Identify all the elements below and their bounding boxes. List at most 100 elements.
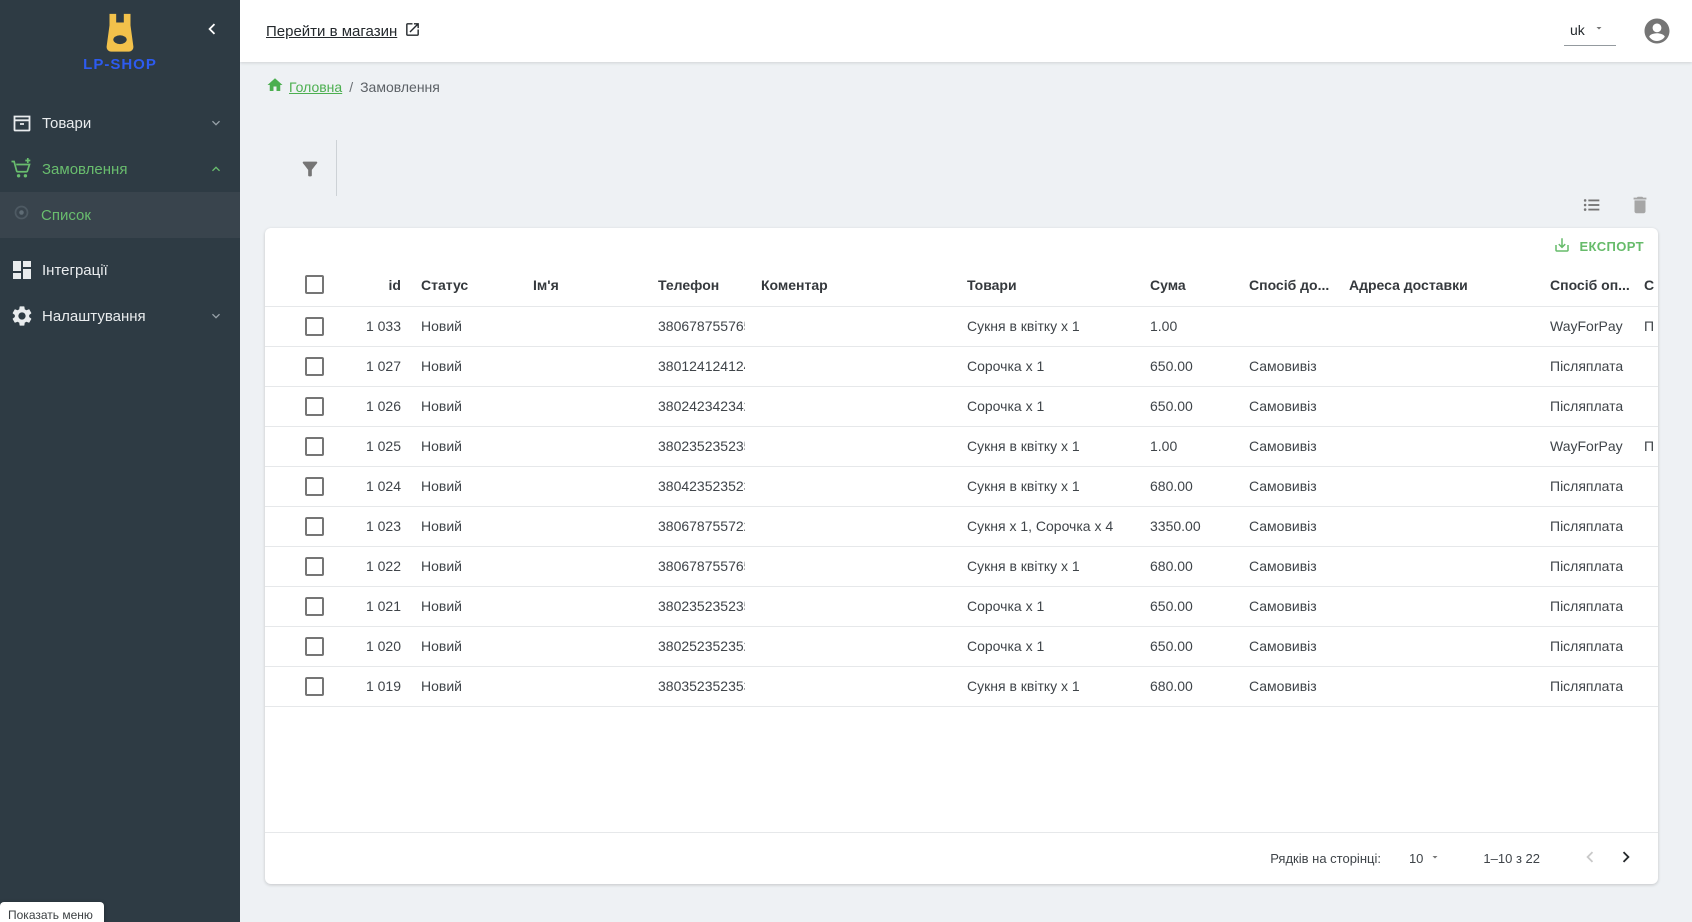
- row-checkbox[interactable]: [305, 437, 324, 456]
- cell-id: 1 027: [341, 346, 405, 386]
- column-header-comment[interactable]: Коментар: [745, 264, 951, 306]
- column-header-payment[interactable]: Спосіб оп...: [1534, 264, 1644, 306]
- sidebar-item-label: Налаштування: [42, 308, 146, 325]
- cell-address: [1333, 426, 1534, 466]
- breadcrumb-home-link[interactable]: Головна: [266, 76, 342, 97]
- language-select[interactable]: uk: [1564, 17, 1616, 46]
- cell-delivery: Самовивіз: [1233, 386, 1333, 426]
- topbar: Перейти в магазин uk: [240, 0, 1692, 62]
- cell-comment: [745, 546, 951, 586]
- cell-products: Сукня в квітку x 1: [951, 306, 1134, 346]
- chevron-left-icon: [1579, 856, 1601, 871]
- column-header-name[interactable]: Ім'я: [517, 264, 642, 306]
- column-header-id[interactable]: id: [341, 264, 405, 306]
- cell-address: [1333, 626, 1534, 666]
- cell-payment: Післяплата: [1534, 466, 1644, 506]
- cell-comment: [745, 386, 951, 426]
- table-row[interactable]: 1 024Новий380423523523Сукня в квітку x 1…: [265, 466, 1658, 506]
- column-header-sum[interactable]: Сума: [1134, 264, 1233, 306]
- table-row[interactable]: 1 020Новий380252352352Сорочка x 1650.00С…: [265, 626, 1658, 666]
- cell-products: Сорочка x 1: [951, 586, 1134, 626]
- cell-address: [1333, 546, 1534, 586]
- export-button[interactable]: ЕКСПОРТ: [1553, 236, 1644, 257]
- table-row[interactable]: 1 019Новий380352352353Сукня в квітку x 1…: [265, 666, 1658, 706]
- filter-button[interactable]: [298, 158, 322, 182]
- cell-sum: 650.00: [1134, 386, 1233, 426]
- chevron-down-icon: [208, 115, 224, 131]
- column-header-status[interactable]: Статус: [405, 264, 517, 306]
- table-row[interactable]: 1 023Новий380678755722Сукня x 1, Сорочка…: [265, 506, 1658, 546]
- sidebar-item-settings[interactable]: Налаштування: [0, 293, 240, 339]
- cell-delivery: Самовивіз: [1233, 506, 1333, 546]
- column-header-phone[interactable]: Телефон: [642, 264, 745, 306]
- rows-per-page-select[interactable]: 10: [1409, 851, 1441, 866]
- row-checkbox[interactable]: [305, 637, 324, 656]
- cell-status: Новий: [405, 666, 517, 706]
- cell-extra: [1644, 586, 1658, 626]
- delete-button[interactable]: [1628, 194, 1652, 218]
- table-row[interactable]: 1 033Новий380678755765Сукня в квітку x 1…: [265, 306, 1658, 346]
- go-to-store-link[interactable]: Перейти в магазин: [266, 21, 421, 42]
- table-body: 1 033Новий380678755765Сукня в квітку x 1…: [265, 306, 1658, 706]
- row-checkbox-cell: [265, 506, 341, 546]
- caret-down-icon: [1593, 21, 1605, 39]
- select-all-checkbox[interactable]: [305, 275, 324, 294]
- breadcrumb-home-label: Головна: [289, 79, 342, 95]
- logo-text: LP-SHOP: [0, 56, 240, 73]
- cell-address: [1333, 346, 1534, 386]
- table-row[interactable]: 1 021Новий380235235235Сорочка x 1650.00С…: [265, 586, 1658, 626]
- orders-list-card: ЕКСПОРТ idСтатусІм'яТелефонКоментарТовар…: [265, 228, 1658, 884]
- export-label: ЕКСПОРТ: [1579, 239, 1644, 254]
- row-checkbox[interactable]: [305, 397, 324, 416]
- cell-status: Новий: [405, 546, 517, 586]
- rows-per-page-label: Рядків на сторінці:: [1270, 851, 1381, 866]
- column-header-extra[interactable]: С: [1644, 264, 1658, 306]
- cell-delivery: Самовивіз: [1233, 346, 1333, 386]
- column-header-delivery[interactable]: Спосіб до...: [1233, 264, 1333, 306]
- column-header-address[interactable]: Адреса доставки: [1333, 264, 1534, 306]
- row-checkbox[interactable]: [305, 357, 324, 376]
- table-row[interactable]: 1 022Новий380678755765Сукня в квітку x 1…: [265, 546, 1658, 586]
- row-checkbox[interactable]: [305, 517, 324, 536]
- cell-sum: 3350.00: [1134, 506, 1233, 546]
- sidebar-item-products[interactable]: Товари: [0, 100, 240, 146]
- cell-phone: 380678755765: [642, 306, 745, 346]
- cell-phone: 380242342342: [642, 386, 745, 426]
- filter-divider: [336, 140, 337, 196]
- dot-icon: [13, 204, 30, 226]
- cell-address: [1333, 386, 1534, 426]
- sidebar-item-orders[interactable]: Замовлення: [0, 146, 240, 192]
- select-all-header-cell[interactable]: [265, 264, 341, 306]
- table-row[interactable]: 1 026Новий380242342342Сорочка x 1650.00С…: [265, 386, 1658, 426]
- row-checkbox[interactable]: [305, 317, 324, 336]
- sidebar-item-orders-list[interactable]: Список: [0, 192, 240, 238]
- previous-page-button[interactable]: [1576, 845, 1604, 873]
- cell-delivery: Самовивіз: [1233, 546, 1333, 586]
- select-columns-button[interactable]: [1580, 194, 1604, 218]
- row-checkbox[interactable]: [305, 557, 324, 576]
- main-content: Головна / Замовлення: [240, 62, 1692, 922]
- cell-products: Сукня в квітку x 1: [951, 426, 1134, 466]
- export-row: ЕКСПОРТ: [265, 228, 1658, 264]
- cell-id: 1 024: [341, 466, 405, 506]
- row-checkbox[interactable]: [305, 597, 324, 616]
- sidebar-item-integrations[interactable]: Інтеграції: [0, 247, 240, 293]
- row-checkbox-cell: [265, 666, 341, 706]
- breadcrumb-separator: /: [349, 79, 353, 95]
- cell-comment: [745, 426, 951, 466]
- next-page-button[interactable]: [1612, 845, 1640, 873]
- row-checkbox[interactable]: [305, 477, 324, 496]
- cell-delivery: [1233, 306, 1333, 346]
- cell-products: Сорочка x 1: [951, 346, 1134, 386]
- table-row[interactable]: 1 027Новий380124124124Сорочка x 1650.00С…: [265, 346, 1658, 386]
- table-row[interactable]: 1 025Новий380235235235Сукня в квітку x 1…: [265, 426, 1658, 466]
- trash-icon: [1629, 204, 1651, 219]
- cell-extra: [1644, 506, 1658, 546]
- column-header-products[interactable]: Товари: [951, 264, 1134, 306]
- cell-name: [517, 666, 642, 706]
- show-menu-tooltip: Показать меню: [0, 902, 104, 922]
- row-checkbox[interactable]: [305, 677, 324, 696]
- add-shopping-cart-icon: [10, 157, 34, 181]
- chevron-right-icon: [1615, 856, 1637, 871]
- user-avatar-icon[interactable]: [1642, 16, 1672, 46]
